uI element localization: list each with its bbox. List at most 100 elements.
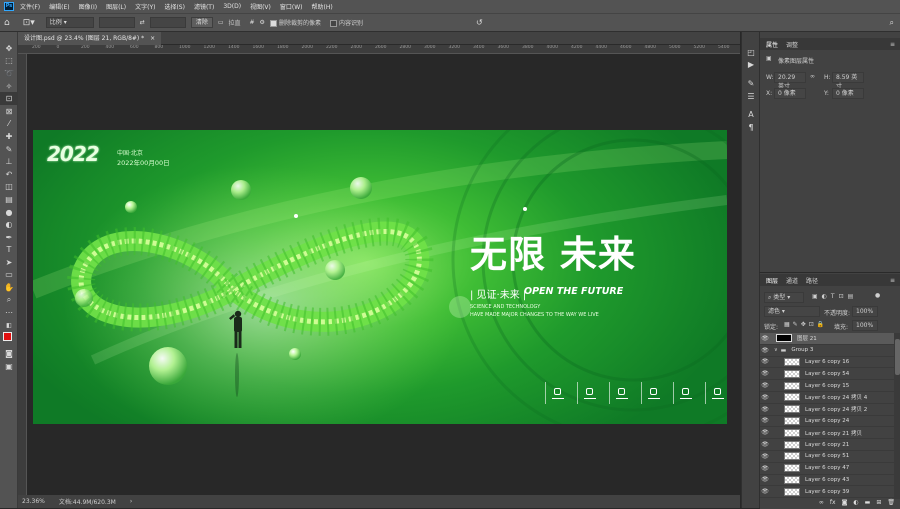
layer-row[interactable]: 👁 图层 21 <box>760 333 894 345</box>
visibility-icon[interactable]: 👁 <box>760 406 770 413</box>
reset-icon[interactable]: ↺ <box>476 18 483 27</box>
marquee-tool-icon[interactable]: ⬚ <box>0 55 18 68</box>
clear-button[interactable]: 清除 <box>190 17 213 28</box>
filter-icons[interactable]: ▣◐T⊡▤ <box>812 293 857 300</box>
straighten-icon[interactable]: ▭ <box>218 19 224 26</box>
visibility-icon[interactable]: 👁 <box>760 453 770 460</box>
layer-filter-select[interactable]: ⌕ 类型 ▾ <box>764 292 804 303</box>
home-icon[interactable]: ⌂ <box>4 18 10 28</box>
search-icon[interactable]: ⌕ <box>890 18 894 28</box>
tab-properties[interactable]: 属性 <box>766 40 778 49</box>
y-field[interactable]: 0 像素 <box>832 88 864 99</box>
delete-cropped-checkbox[interactable]: 删除裁剪的像素 <box>269 18 321 27</box>
clone-stamp-tool-icon[interactable]: ⊥ <box>0 155 18 168</box>
menu-layer[interactable]: 图层(L) <box>106 2 126 11</box>
gradient-tool-icon[interactable]: ▤ <box>0 193 18 206</box>
chevron-right-icon[interactable]: › <box>130 498 132 505</box>
menu-view[interactable]: 视图(V) <box>250 2 271 11</box>
blend-mode-select[interactable]: 滤色 ▾ <box>764 306 820 317</box>
straighten-label[interactable]: 拉直 <box>229 18 241 27</box>
menu-window[interactable]: 窗口(W) <box>280 2 303 11</box>
menu-type[interactable]: 文字(Y) <box>135 2 155 11</box>
visibility-icon[interactable]: 👁 <box>760 417 770 424</box>
gear-icon[interactable]: ⚙ <box>260 19 265 26</box>
visibility-icon[interactable]: 👁 <box>760 370 770 377</box>
lasso-tool-icon[interactable]: ➰ <box>0 67 18 80</box>
paragraph-icon[interactable]: ¶ <box>742 121 760 134</box>
zoom-tool-icon[interactable]: ⌕ <box>0 294 18 307</box>
tab-channels[interactable]: 通道 <box>786 276 798 285</box>
visibility-icon[interactable]: 👁 <box>760 382 770 389</box>
actions-icon[interactable]: ▶ <box>742 59 760 72</box>
panel-menu-icon[interactable]: ≡ <box>890 41 895 48</box>
crop-tool-icon[interactable]: ⊡ <box>0 92 18 105</box>
visibility-icon[interactable]: 👁 <box>760 358 770 365</box>
eraser-tool-icon[interactable]: ◫ <box>0 181 18 194</box>
visibility-icon[interactable]: 👁 <box>760 476 770 483</box>
group-row[interactable]: 👁 ∨ ▬ Group 3 <box>760 345 894 357</box>
menu-help[interactable]: 帮助(H) <box>312 2 333 11</box>
visibility-icon[interactable]: 👁 <box>760 488 770 495</box>
adjustments-icon[interactable]: ☰ <box>742 90 760 103</box>
close-icon[interactable]: × <box>150 35 155 42</box>
character-icon[interactable]: A <box>742 108 760 121</box>
tab-paths[interactable]: 路径 <box>806 276 818 285</box>
foreground-color[interactable] <box>3 331 12 341</box>
color-swatches[interactable] <box>0 331 17 348</box>
type-tool-icon[interactable]: T <box>0 244 18 257</box>
screen-mode-icon[interactable]: ▣ <box>0 360 18 373</box>
frame-tool-icon[interactable]: ⊠ <box>0 105 18 118</box>
filter-toggle-icon[interactable]: ● <box>875 292 880 299</box>
layer-row[interactable]: 👁 Layer 6 copy 47 <box>760 463 894 475</box>
pen-tool-icon[interactable]: ✒ <box>0 231 18 244</box>
width-field[interactable]: 20.29 英寸 <box>774 72 806 90</box>
hand-tool-icon[interactable]: ✋ <box>0 281 18 294</box>
blur-tool-icon[interactable]: ● <box>0 206 18 219</box>
horizontal-ruler[interactable]: 200 0 200 400 600 800 1000 1200 1400 1600 1800 2000… <box>18 45 740 54</box>
content-aware-checkbox[interactable]: 内容识别 <box>329 18 363 27</box>
eyedropper-tool-icon[interactable]: ⁄ <box>0 118 18 131</box>
layer-row[interactable]: 👁 Layer 6 copy 24 拷贝 2 <box>760 404 894 416</box>
visibility-icon[interactable]: 👁 <box>760 347 770 354</box>
menu-image[interactable]: 图像(I) <box>79 2 97 11</box>
panel-menu-icon[interactable]: ≡ <box>890 277 895 284</box>
layer-row[interactable]: 👁 Layer 6 copy 15 <box>760 380 894 392</box>
brush-tool-icon[interactable]: ✎ <box>0 143 18 156</box>
dodge-tool-icon[interactable]: ◐ <box>0 218 18 231</box>
tab-adjustments[interactable]: 调整 <box>786 40 798 49</box>
visibility-icon[interactable]: 👁 <box>760 441 770 448</box>
height-field[interactable] <box>149 17 186 28</box>
rectangle-tool-icon[interactable]: ▭ <box>0 269 18 282</box>
layer-row[interactable]: 👁 Layer 6 copy 21 <box>760 439 894 451</box>
layers-scrollbar[interactable] <box>894 333 900 499</box>
layer-row[interactable]: 👁 Layer 6 copy 54 <box>760 368 894 381</box>
move-tool-icon[interactable]: ✥ <box>0 42 18 55</box>
fill-field[interactable]: 100% <box>852 320 878 331</box>
layer-row[interactable]: 👁 Layer 6 copy 24 拷贝 4 <box>760 392 894 404</box>
document-tab[interactable]: 设计图.psd @ 23.4% (图层 21, RGB/8#) * × <box>18 32 162 45</box>
visibility-icon[interactable]: 👁 <box>760 394 770 401</box>
link-icon[interactable]: ∞ <box>810 73 815 80</box>
layer-row[interactable]: 👁 Layer 6 copy 16 <box>760 357 894 369</box>
layer-row[interactable]: 👁 Layer 6 copy 43 <box>760 475 894 487</box>
swap-icon[interactable]: ⇄ <box>140 19 145 26</box>
zoom-level[interactable]: 23.36% <box>22 498 45 505</box>
width-field[interactable] <box>98 17 135 28</box>
layer-row[interactable]: 👁 Layer 6 copy 24 <box>760 416 894 428</box>
opacity-field[interactable]: 100% <box>852 306 878 317</box>
visibility-icon[interactable]: 👁 <box>760 429 770 436</box>
brush-settings-icon[interactable]: ✎ <box>742 77 760 90</box>
height-field[interactable]: 8.59 英寸 <box>832 72 864 90</box>
magic-wand-tool-icon[interactable]: ✧ <box>0 80 18 93</box>
visibility-icon[interactable]: 👁 <box>760 335 770 342</box>
default-colors-icon[interactable]: ◧ <box>0 319 18 332</box>
menu-3d[interactable]: 3D(D) <box>223 3 241 10</box>
visibility-icon[interactable]: 👁 <box>760 465 770 472</box>
layer-row[interactable]: 👁 Layer 6 copy 39 <box>760 486 894 499</box>
more-tools-icon[interactable]: ⋯ <box>0 306 18 319</box>
menu-select[interactable]: 选择(S) <box>164 2 185 11</box>
lock-icons[interactable]: ▦✎✥⊡🔒 <box>784 321 827 328</box>
path-selection-tool-icon[interactable]: ➤ <box>0 256 18 269</box>
vertical-ruler[interactable] <box>18 54 27 495</box>
layer-row[interactable]: 👁 Layer 6 copy 21 拷贝 <box>760 427 894 440</box>
